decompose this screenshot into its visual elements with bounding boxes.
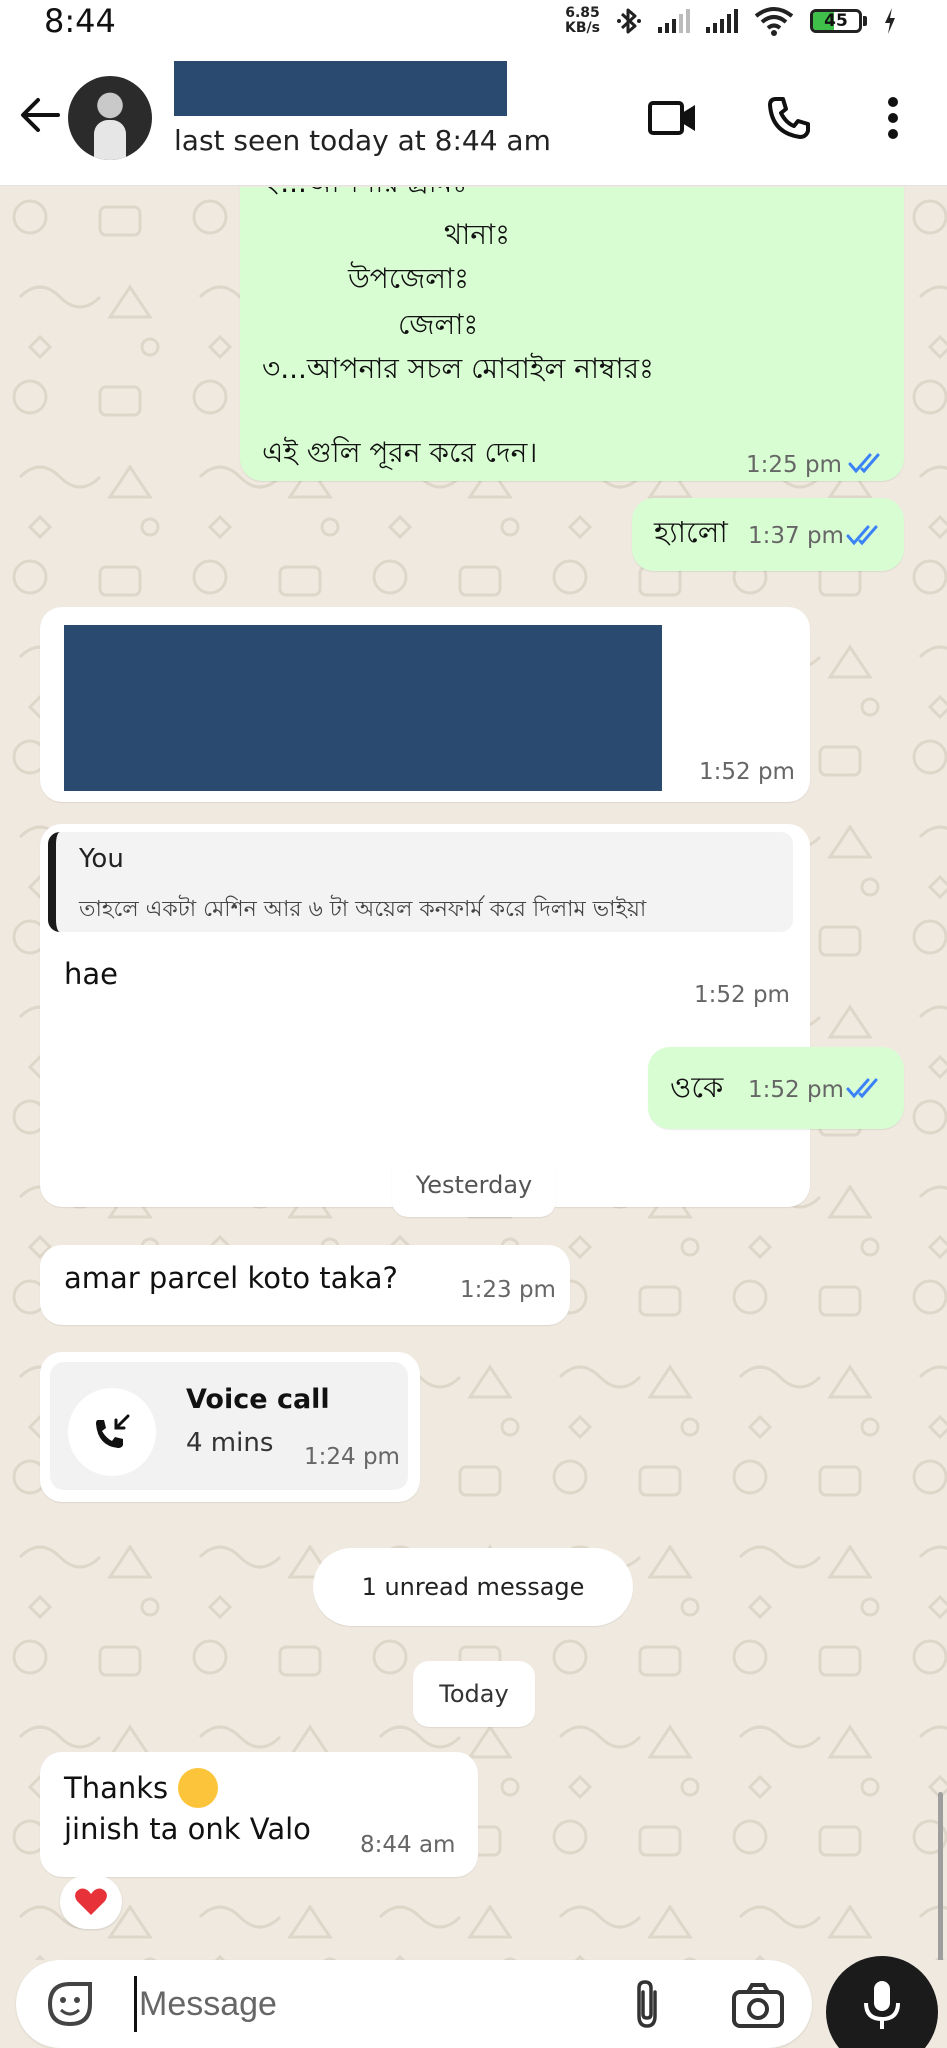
call-title: Voice call: [186, 1384, 330, 1415]
missed-call-icon: [96, 1414, 130, 1448]
battery-level: 45: [824, 11, 848, 31]
chat-area[interactable]: ২...আপনার গ্রামঃ থানাঃ উপজেলাঃ জেলাঃ ৩..…: [0, 187, 947, 1960]
signal-2-icon: [706, 9, 738, 33]
sticker-icon[interactable]: [42, 1976, 98, 2032]
message-line: ২...আপনার গ্রামঃ: [262, 187, 467, 208]
message-incoming[interactable]: amar parcel koto taka? 1:23 pm: [40, 1245, 570, 1325]
message-time: 1:52 pm: [699, 759, 795, 785]
voice-call-button[interactable]: [759, 88, 819, 148]
phone-icon: [768, 97, 810, 139]
microphone-icon: [864, 1981, 900, 2029]
message-line: এই গুলি পূরন করে দেন।: [262, 436, 538, 469]
net-speed-unit: KB/s: [565, 20, 600, 36]
message-incoming[interactable]: 1:52 pm: [40, 607, 810, 802]
camera-icon[interactable]: [730, 1980, 786, 2030]
message-text: jinish ta onk Valo: [64, 1812, 311, 1846]
message-outgoing[interactable]: ২...আপনার গ্রামঃ থানাঃ উপজেলাঃ জেলাঃ ৩..…: [240, 187, 904, 481]
attach-icon[interactable]: [629, 1976, 665, 2032]
quoted-message[interactable]: You তাহলে একটা মেশিন আর ৬ টা অয়েল কনফার…: [48, 832, 793, 932]
message-input[interactable]: [134, 1976, 614, 2032]
message-text: ওকে: [670, 1070, 724, 1104]
message-time: 1:52 pm: [694, 982, 790, 1008]
bluetooth-icon: [617, 8, 641, 34]
contact-name-redacted[interactable]: [174, 61, 507, 116]
status-icons: 6.85 KB/s 45: [565, 6, 897, 36]
back-button[interactable]: [16, 91, 64, 139]
status-bar: 8:44 6.85 KB/s 45: [0, 0, 947, 46]
message-line: Thanks 😊: [64, 1768, 219, 1808]
message-text: Thanks: [64, 1771, 169, 1805]
message-line: উপজেলাঃ: [348, 262, 470, 295]
more-options-button[interactable]: [863, 88, 923, 148]
more-vert-icon: [888, 97, 898, 139]
voice-record-button[interactable]: [826, 1956, 938, 2048]
last-seen-status[interactable]: last seen today at 8:44 am: [174, 124, 551, 157]
chat-header: last seen today at 8:44 am: [0, 46, 947, 186]
quote-author: You: [79, 844, 124, 874]
back-arrow-icon: [21, 98, 60, 132]
message-text: amar parcel koto taka?: [64, 1261, 398, 1295]
read-receipt-icon: [848, 453, 880, 474]
message-outgoing[interactable]: ওকে 1:52 pm: [648, 1047, 904, 1129]
message-line: থানাঃ: [444, 218, 511, 251]
scrollbar[interactable]: [938, 1792, 943, 1960]
message-outgoing[interactable]: হ্যালো 1:37 pm: [632, 498, 904, 571]
message-box[interactable]: [16, 1960, 812, 2048]
battery-icon: 45: [810, 9, 867, 33]
message-time: 1:52 pm: [748, 1077, 844, 1103]
reaction-badge[interactable]: [60, 1875, 122, 1929]
heart-icon: [75, 1888, 107, 1915]
status-time: 8:44: [44, 2, 116, 40]
video-call-button[interactable]: [643, 88, 703, 148]
message-time: 1:23 pm: [460, 1277, 556, 1303]
voice-call-log[interactable]: Voice call 4 mins 1:24 pm: [40, 1352, 420, 1502]
message-line: ৩...আপনার সচল মোবাইল নাম্বারঃ: [262, 352, 654, 385]
message-incoming[interactable]: Thanks 😊 jinish ta onk Valo 8:44 am: [40, 1752, 478, 1877]
read-receipt-icon: [846, 1078, 878, 1099]
date-divider: Today: [413, 1661, 535, 1727]
message-text: হ্যালো: [654, 515, 728, 549]
message-text: hae: [64, 957, 118, 991]
net-speed-value: 6.85: [565, 5, 600, 21]
message-time: 8:44 am: [360, 1832, 456, 1858]
message-time: 1:25 pm: [746, 452, 842, 478]
message-time: 1:37 pm: [748, 523, 844, 549]
wifi-icon: [754, 7, 794, 36]
compose-bar: [0, 1956, 947, 2048]
video-call-icon: [648, 101, 695, 135]
read-receipt-icon: [846, 525, 878, 546]
date-divider: Yesterday: [392, 1153, 556, 1217]
quote-text: তাহলে একটা মেশিন আর ৬ টা অয়েল কনফার্ম ক…: [79, 897, 647, 922]
call-icon-circle: [68, 1388, 156, 1476]
signal-1-icon: [658, 9, 690, 33]
message-line: জেলাঃ: [398, 308, 479, 341]
net-speed: 6.85 KB/s: [565, 6, 600, 36]
contact-avatar[interactable]: [68, 76, 152, 160]
charging-icon: [885, 8, 895, 34]
message-time: 1:24 pm: [304, 1444, 400, 1470]
unread-divider: 1 unread message: [313, 1548, 633, 1626]
call-duration: 4 mins: [186, 1428, 274, 1458]
smile-emoji: 😊: [178, 1768, 219, 1808]
redacted-content: [64, 625, 662, 791]
